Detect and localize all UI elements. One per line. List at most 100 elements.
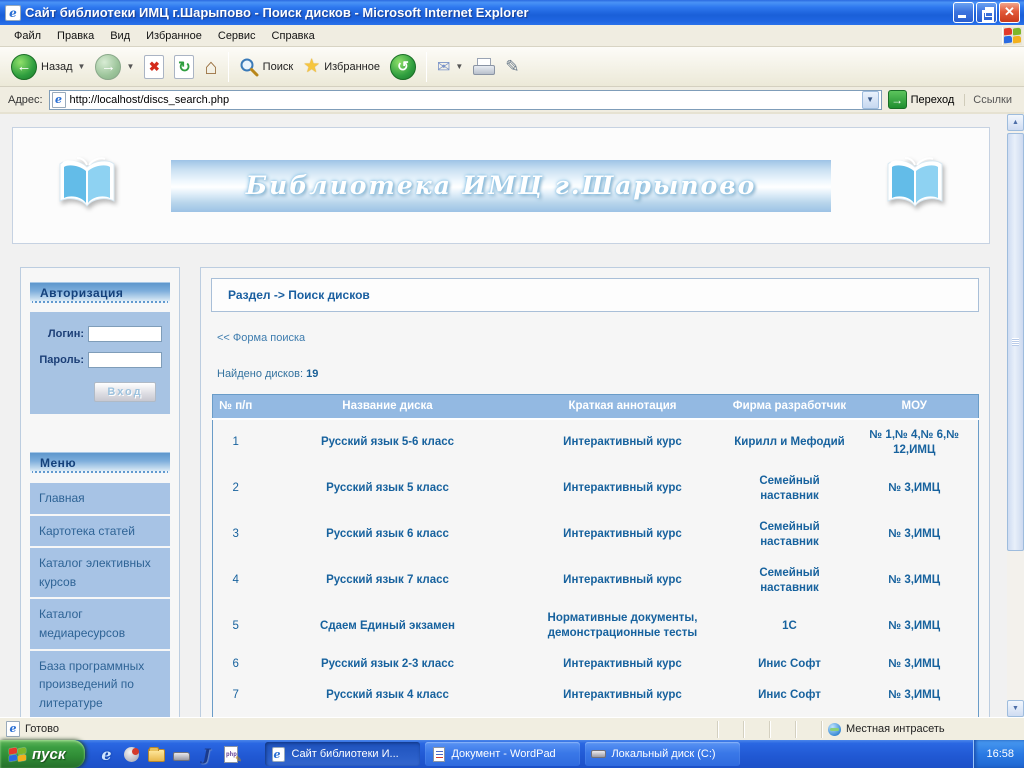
menubar-item[interactable]: Вид	[102, 27, 138, 45]
favorites-button[interactable]: ★ Избранное	[298, 55, 385, 79]
table-cell: 3	[213, 512, 259, 558]
menubar-item[interactable]: Файл	[6, 27, 49, 45]
back-button[interactable]: ← Назад ▼	[6, 52, 90, 82]
table-cell: Русский язык 4 класс	[259, 680, 517, 711]
table-cell: Кирилл и Мефодий	[729, 419, 851, 466]
table-cell: Нормативные документы, демонстрационные …	[517, 603, 729, 649]
menu-header: Меню	[30, 452, 170, 473]
mail-button[interactable]: ✉ ▼	[432, 55, 468, 79]
blue-app-icon[interactable]: J	[197, 745, 215, 763]
intranet-zone-icon	[828, 723, 841, 736]
table-cell: Интерактивный курс	[517, 558, 729, 604]
search-label: Поиск	[263, 61, 293, 73]
forward-button[interactable]: → ▼	[90, 52, 139, 82]
login-field[interactable]	[88, 326, 162, 342]
password-field[interactable]	[88, 352, 162, 368]
site-title: Библиотека ИМЦ г.Шарыпово	[246, 171, 757, 200]
start-button[interactable]: пуск	[0, 740, 85, 768]
site-banner: Библиотека ИМЦ г.Шарыпово	[171, 160, 831, 212]
table-cell: № 3,ИМЦ	[851, 512, 979, 558]
folder-icon[interactable]	[147, 745, 165, 763]
book-icon	[55, 157, 119, 215]
windows-flag-icon	[9, 746, 27, 762]
php-editor-icon[interactable]: php	[222, 745, 240, 763]
login-button[interactable]: Вход	[94, 382, 156, 402]
table-cell: 1	[213, 419, 259, 466]
table-row: 1Русский язык 5-6 классИнтерактивный кур…	[213, 419, 979, 466]
go-button[interactable]: → Переход	[882, 89, 961, 110]
menubar-item[interactable]: Избранное	[138, 27, 210, 45]
table-cell: 8	[213, 711, 259, 717]
restore-button[interactable]	[976, 2, 997, 23]
sidebar-menu-item[interactable]: Главная	[30, 483, 170, 514]
edit-button[interactable]: ✎	[500, 55, 524, 79]
scroll-down-icon[interactable]: ▼	[1007, 700, 1024, 717]
taskbar-window-button[interactable]: eСайт библиотеки И...	[265, 742, 420, 766]
taskbar-window-button[interactable]: Локальный диск (C:)	[585, 742, 740, 766]
minimize-button[interactable]	[953, 2, 974, 23]
table-cell: 5	[213, 603, 259, 649]
table-cell: 6	[213, 649, 259, 680]
menubar-item[interactable]: Правка	[49, 27, 102, 45]
history-button[interactable]: ↺	[385, 52, 421, 82]
print-button[interactable]	[468, 56, 500, 77]
sidebar-menu-item[interactable]: База программных произведений по литерат…	[30, 651, 170, 717]
taskbar: пуск e J php eСайт библиотеки И... Докуме…	[0, 740, 1024, 768]
table-cell: Русский язык 5-6 класс	[259, 419, 517, 466]
table-header-cell: МОУ	[851, 395, 979, 419]
address-dropdown-icon[interactable]: ▼	[862, 91, 879, 109]
taskbar-clock: 16:58	[986, 748, 1014, 760]
links-label[interactable]: Ссылки	[964, 94, 1020, 106]
sidebar-menu-item[interactable]: Каталог медиаресурсов	[30, 599, 170, 648]
login-label: Логин:	[48, 328, 84, 340]
table-cell: Интерактивный курс	[517, 512, 729, 558]
menubar-item[interactable]: Справка	[264, 27, 323, 45]
scroll-up-icon[interactable]: ▲	[1007, 114, 1024, 131]
status-text: Готово	[25, 723, 717, 735]
home-button[interactable]: ⌂	[199, 54, 222, 80]
vertical-scrollbar[interactable]: ▲ ▼	[1007, 114, 1024, 717]
drive-icon[interactable]	[172, 745, 190, 763]
address-input[interactable]	[70, 94, 862, 106]
table-cell: Семейный наставник	[729, 558, 851, 604]
menubar-item[interactable]: Сервис	[210, 27, 264, 45]
forward-icon: →	[95, 54, 121, 80]
sidebar-menu-item[interactable]: Картотека статей	[30, 516, 170, 547]
search-form-link[interactable]: << Форма поиска	[217, 332, 305, 344]
search-button[interactable]: Поиск	[234, 55, 298, 79]
table-cell: Русский язык 6 класс	[259, 512, 517, 558]
scrollbar-thumb[interactable]	[1007, 133, 1024, 551]
windows-logo-icon	[1002, 27, 1022, 45]
table-cell: Сдаем Единый экзамен	[259, 603, 517, 649]
table-cell: № 1,№ 2,№ 3,№ 6,№ 8,№ 12,ИМЦ	[851, 711, 979, 717]
table-cell: № 3,ИМЦ	[851, 558, 979, 604]
found-count-line: Найдено дисков: 19	[217, 368, 979, 380]
auth-header: Авторизация	[30, 282, 170, 303]
table-row: 4Русский язык 7 классИнтерактивный курсС…	[213, 558, 979, 604]
table-header-cell: Название диска	[259, 395, 517, 419]
back-dropdown-icon[interactable]: ▼	[78, 62, 86, 71]
start-label: пуск	[32, 746, 65, 763]
stop-icon: ✖	[144, 55, 164, 79]
internet-explorer-icon[interactable]: e	[97, 745, 115, 763]
sidebar-menu-item[interactable]: Каталог элективных курсов	[30, 548, 170, 597]
close-button[interactable]	[999, 2, 1020, 23]
system-tray: 16:58	[973, 740, 1024, 768]
address-input-box: e ▼	[49, 90, 882, 110]
table-cell: Русский язык 7 класс	[259, 558, 517, 604]
history-icon: ↺	[390, 54, 416, 80]
table-cell: 7	[213, 680, 259, 711]
menubar: ФайлПравкаВидИзбранноеСервисСправка	[0, 25, 1024, 47]
table-cell: № 3,ИМЦ	[851, 649, 979, 680]
stop-button[interactable]: ✖	[139, 53, 169, 81]
forward-dropdown-icon[interactable]: ▼	[126, 62, 134, 71]
table-cell: Интерактивный курс	[517, 419, 729, 466]
mail-dropdown-icon[interactable]: ▼	[455, 62, 463, 71]
doc-icon	[431, 747, 446, 762]
cd-app-icon[interactable]	[122, 745, 140, 763]
task-button-label: Документ - WordPad	[451, 748, 555, 760]
refresh-button[interactable]: ↻	[169, 53, 199, 81]
taskbar-window-button[interactable]: Документ - WordPad	[425, 742, 580, 766]
task-button-label: Локальный диск (C:)	[611, 748, 715, 760]
zone-label: Местная интрасеть	[846, 723, 945, 735]
